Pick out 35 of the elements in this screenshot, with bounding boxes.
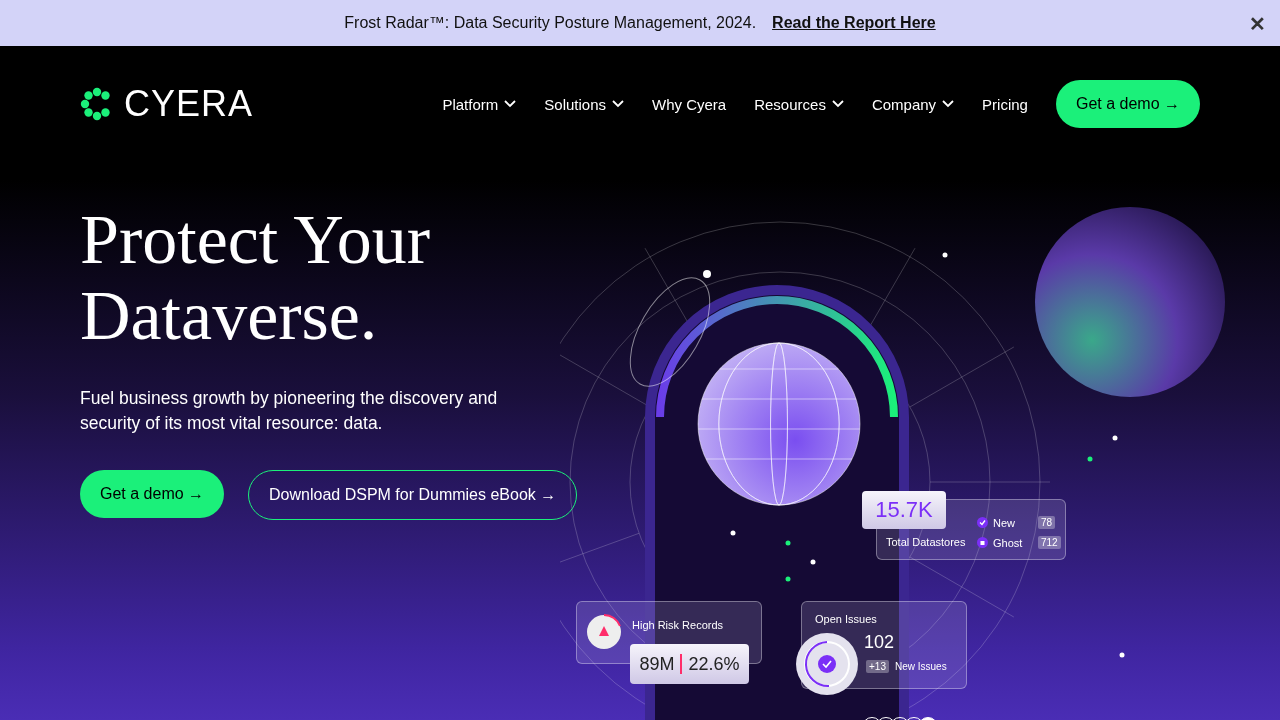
get-demo-button[interactable]: Get a demo → (80, 470, 225, 518)
nav-link[interactable]: Resources (754, 95, 844, 113)
chevron-down-icon (612, 100, 624, 108)
nav-link[interactable]: Pricing (982, 95, 1028, 113)
check-icon (977, 517, 988, 528)
hero-title: Protect Your Dataverse. (80, 202, 432, 354)
nav-link[interactable]: Why Cyera (652, 95, 727, 113)
risk-label: High Risk Records (632, 619, 724, 631)
nav-link[interactable]: Company (871, 95, 955, 113)
issues-value: 102 (864, 632, 895, 653)
chevron-down-icon (504, 100, 517, 108)
chevron-down-icon (942, 100, 955, 108)
legend-label: Ghost (993, 536, 1024, 549)
legend-label: New (993, 516, 1016, 529)
issues-delta: +13 (866, 660, 889, 673)
legend-count: 712 (1038, 536, 1061, 549)
logo-text[interactable]: CYERA (124, 83, 254, 125)
warning-icon (586, 614, 622, 650)
nav-link[interactable]: Platform (442, 95, 517, 113)
issues-label: Open Issues (815, 613, 877, 625)
chevron-down-icon (831, 100, 844, 108)
hero-subtitle: Fuel business growth by pioneering the discovery and security of its most vital resource: data. (80, 387, 499, 435)
legend-count: 78 (1038, 516, 1056, 529)
close-button[interactable]: ✕ (1249, 12, 1266, 36)
datastores-value: 15.7K (875, 497, 933, 523)
datastores-label: Total Datastores (886, 536, 966, 548)
get-demo-button[interactable]: Get a demo → (1055, 80, 1200, 128)
nav-link[interactable]: Solutions (544, 95, 624, 113)
issues-delta-label: New Issues (894, 661, 947, 672)
download-ebook-button[interactable]: Download DSPM for Dummies eBook → (248, 470, 578, 520)
banner-text: Frost Radar™: Data Security Posture Management, 2024. (344, 14, 757, 32)
risk-percent: 22.6% (688, 653, 740, 675)
risk-count: 89M (639, 653, 675, 675)
progress-ring-icon (796, 633, 858, 695)
report-link[interactable]: Read the Report Here (772, 14, 936, 32)
